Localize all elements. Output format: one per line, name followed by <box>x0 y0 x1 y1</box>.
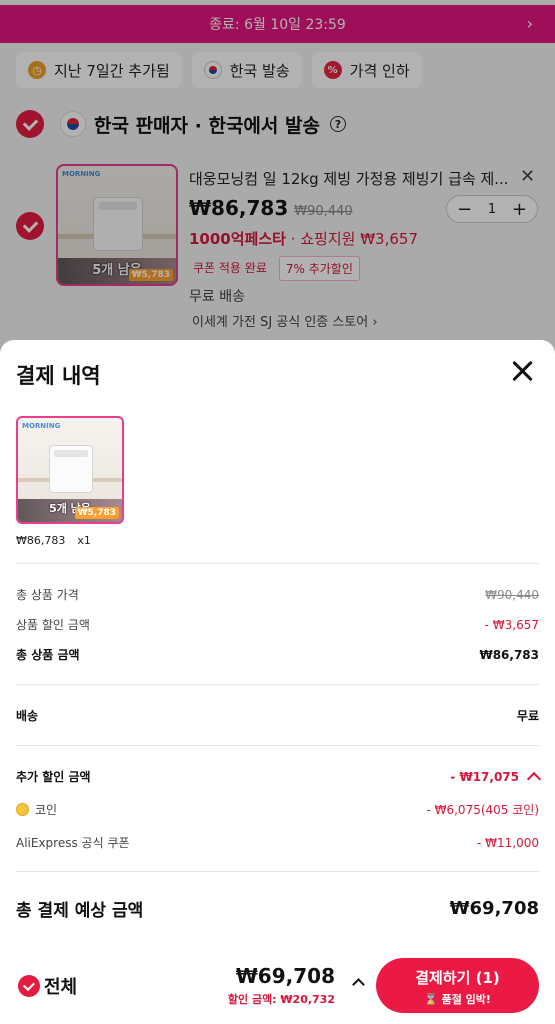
summary-item-price: ₩86,783 <box>16 534 66 547</box>
row-value: - ₩6,075(405 코인) <box>426 803 539 817</box>
bar-total-amount: ₩69,708 <box>235 964 335 988</box>
extra-discount-row[interactable]: 추가 할인 금액 - ₩17,075 <box>16 768 542 786</box>
shipping-row: 배송 무료 <box>16 707 539 724</box>
coupon-row: AliExpress 공식 쿠폰 - ₩11,000 <box>16 834 539 851</box>
summary-item-line: ₩86,783 x1 <box>16 534 91 547</box>
select-all-checkbox[interactable] <box>18 975 40 997</box>
sale-tag: ₩5,783 <box>74 507 119 519</box>
divider <box>16 563 539 564</box>
select-all-toggle[interactable]: 전체 <box>18 973 77 999</box>
divider <box>16 684 539 685</box>
brand-logo: MORNING <box>22 422 61 430</box>
coin-row: 코인 - ₩6,075(405 코인) <box>16 801 539 818</box>
bar-discount-amount: 할인 금액: ₩20,732 <box>227 993 335 1006</box>
total-product-price-row: 총 상품 가격 ₩90,440 <box>16 586 539 603</box>
estimated-total-label: 총 결제 예상 금액 <box>16 901 144 921</box>
extra-discount-value-wrap: - ₩17,075 <box>450 769 542 786</box>
checkout-button-label: 결제하기 (1) <box>415 969 500 987</box>
row-label: 추가 할인 금액 <box>16 770 91 784</box>
bar-total[interactable]: ₩69,708 할인 금액: ₩20,732 <box>228 964 335 1007</box>
coin-icon <box>16 803 29 816</box>
row-label: 총 상품 가격 <box>16 588 79 602</box>
product-image: MORNING 5개 남음 ₩5,783 <box>18 418 122 522</box>
checkout-bar: 전체 ₩69,708 할인 금액: ₩20,732 결제하기 (1) ⌛ 품절 … <box>0 946 555 1024</box>
ice-maker-image <box>49 445 93 493</box>
select-all-label: 전체 <box>44 977 78 998</box>
coin-label-wrap: 코인 <box>16 801 57 818</box>
payment-summary-sheet: 결제 내역 MORNING 5개 남음 ₩5,783 ₩86,783 x1 총 상… <box>0 340 555 1024</box>
product-discount-row: 상품 할인 금액 - ₩3,657 <box>16 616 539 633</box>
divider <box>16 871 539 872</box>
row-label: 상품 할인 금액 <box>16 618 90 632</box>
summary-item-qty: x1 <box>77 534 91 547</box>
close-icon[interactable] <box>510 358 536 384</box>
low-stock-label: ⌛ 품절 임박! <box>424 993 491 1006</box>
checkout-button[interactable]: 결제하기 (1) ⌛ 품절 임박! <box>376 958 539 1013</box>
estimated-total-row: 총 결제 예상 금액 ₩69,708 <box>16 896 539 921</box>
divider <box>16 745 539 746</box>
row-label: AliExpress 공식 쿠폰 <box>16 836 130 850</box>
estimated-total-value: ₩69,708 <box>449 898 539 919</box>
row-value: - ₩3,657 <box>484 617 539 632</box>
row-value: ₩90,440 <box>485 587 539 602</box>
chevron-up-icon[interactable] <box>352 978 365 991</box>
row-value: ₩86,783 <box>479 647 539 662</box>
sheet-title: 결제 내역 <box>16 364 101 388</box>
row-label: 코인 <box>35 803 58 817</box>
summary-product-thumbnail: MORNING 5개 남음 ₩5,783 <box>16 416 124 524</box>
chevron-up-icon[interactable] <box>526 771 542 786</box>
row-label: 총 상품 금액 <box>16 648 80 662</box>
row-label: 배송 <box>16 709 39 723</box>
row-value: - ₩11,000 <box>477 835 539 850</box>
subtotal-row: 총 상품 금액 ₩86,783 <box>16 646 539 663</box>
row-value: 무료 <box>516 709 539 723</box>
row-value: - ₩17,075 <box>450 769 519 784</box>
